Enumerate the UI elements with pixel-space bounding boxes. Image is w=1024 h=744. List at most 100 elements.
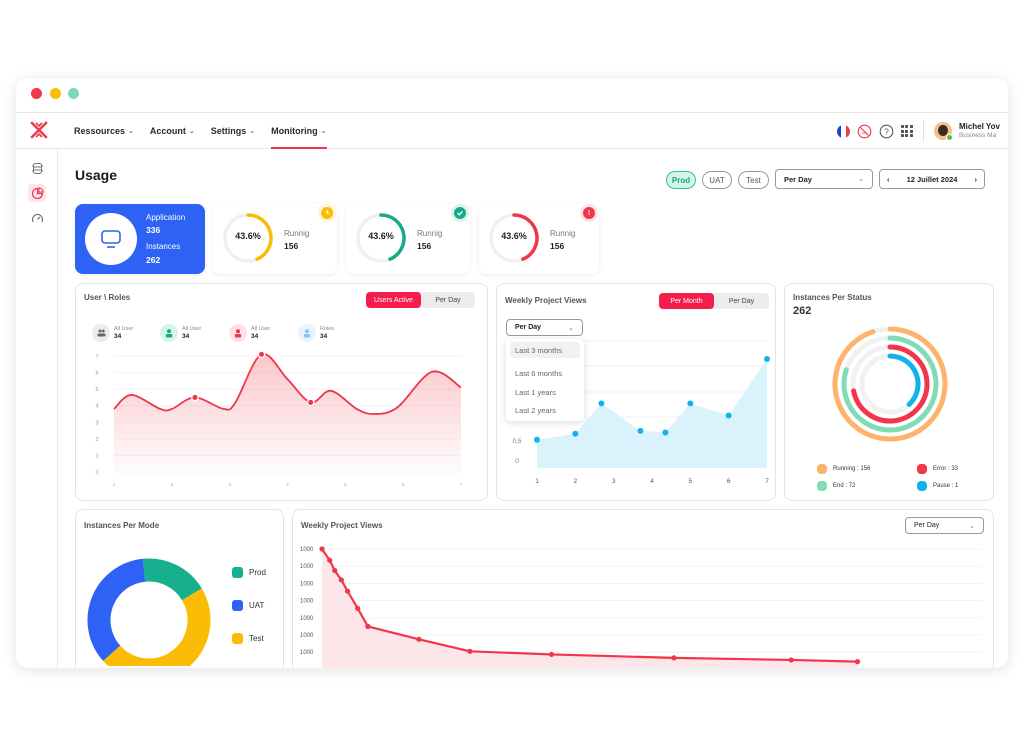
x-tick-label: 1: [113, 482, 116, 487]
stat-all-users-1: All User 34: [92, 324, 133, 342]
top-navigation: Ressources ⌄ Account ⌄ Settings ⌄ Monitorin…: [16, 113, 1008, 149]
date-navigator: ‹ 12 Juillet 2024 ›: [879, 169, 985, 189]
x-tick-label: 6: [402, 482, 405, 487]
close-window-button[interactable]: [31, 88, 42, 99]
gauge: 43.6%: [487, 211, 541, 265]
weekly-trend-select[interactable]: Per Day ⌄: [905, 517, 984, 534]
previous-date-button[interactable]: ‹: [887, 175, 890, 184]
weekly-views-trend-chart: 1000 1000 1000 1000 1000 1000 1000: [300, 546, 983, 668]
y-tick-label: 2: [95, 437, 98, 443]
dropdown-option-last-2-years[interactable]: Last 2 years: [510, 402, 580, 418]
period-select[interactable]: Per Day ⌄: [775, 169, 873, 189]
x-tick-label: 3: [612, 478, 616, 485]
data-point: [662, 429, 669, 436]
legend-label: Prod: [249, 568, 266, 577]
x-logo-icon[interactable]: [30, 121, 48, 139]
toggle-per-day[interactable]: Per Day: [714, 293, 769, 309]
user-info[interactable]: Michel Yov Business Ma: [959, 122, 1000, 140]
instances-status-card: Instances Per Status 262 Running : 156 E…: [784, 283, 994, 501]
maximize-window-button[interactable]: [68, 88, 79, 99]
y-tick-label: 7: [95, 354, 98, 360]
legend-swatch: [817, 464, 827, 474]
menu-account[interactable]: Account ⌄: [150, 113, 195, 149]
data-point: [365, 623, 371, 629]
data-point: [854, 659, 861, 665]
data-point: [534, 436, 540, 443]
next-date-button[interactable]: ›: [975, 175, 978, 184]
y-tick-label: 1000: [300, 581, 314, 587]
data-point: [725, 412, 732, 419]
data-point: [257, 350, 266, 359]
legend-label: Error : 33: [933, 466, 959, 472]
y-tick-label: 1000: [300, 650, 314, 656]
y-tick-label: 5: [95, 387, 98, 393]
env-filter-uat[interactable]: UAT: [702, 171, 732, 189]
divider: [922, 120, 924, 142]
avatar[interactable]: [933, 122, 953, 141]
menu-settings[interactable]: Settings ⌄: [211, 113, 255, 149]
apps-grid-icon[interactable]: [900, 125, 913, 137]
toggle-per-day[interactable]: Per Day: [421, 292, 475, 308]
legend-prod: Prod: [232, 567, 266, 578]
data-point: [764, 356, 770, 362]
x-tick-label: 5: [689, 478, 693, 485]
legend-error: Error : 33: [917, 464, 958, 474]
stat-label: Roles: [320, 325, 335, 332]
env-filter-test[interactable]: Test: [738, 171, 769, 189]
no-smoking-icon[interactable]: [857, 124, 872, 139]
x-tick-label: 4: [650, 478, 654, 485]
legend-label: Running : 156: [833, 466, 871, 472]
dropdown-option-last-3-months[interactable]: Last 3 months: [510, 342, 580, 358]
x-tick-label: 2: [171, 482, 174, 487]
running-gauge-card-success[interactable]: 43.6% Runnig 156: [346, 204, 470, 274]
data-point: [671, 655, 677, 661]
running-gauge-card-error[interactable]: 43.6% Runnig 156 !: [479, 204, 599, 274]
weekly-views-toggle: Per Month Per Day: [659, 293, 769, 309]
data-point: [327, 557, 333, 563]
title-bar: [16, 78, 1008, 112]
chevron-down-icon: ⌄: [320, 128, 327, 135]
instances-mode-card: Instances Per Mode Prod UAT Test: [75, 509, 284, 668]
data-point: [467, 648, 473, 654]
card-title: Weekly Project Views: [505, 296, 587, 305]
user-roles-chart: 0 1 2 3 4 5 6 7 1 2 3 4 5 6 7: [95, 350, 463, 487]
weekly-range-dropdown: Last 3 months Last 6 months Last 1 years…: [506, 339, 584, 421]
chevron-down-icon: ⌄: [568, 324, 574, 332]
env-filter-prod[interactable]: Prod: [666, 171, 696, 189]
menu-monitoring[interactable]: Monitoring ⌄: [271, 113, 327, 149]
dropdown-option-last-6-months[interactable]: Last 6 months: [510, 365, 580, 381]
toggle-users-active[interactable]: Users Active: [366, 292, 421, 308]
y-tick-label: 1000: [300, 547, 314, 553]
menu-ressources[interactable]: Ressources ⌄: [74, 113, 134, 149]
check-icon: [454, 207, 466, 219]
sidebar-item-performance[interactable]: [28, 209, 46, 227]
toggle-per-month[interactable]: Per Month: [659, 293, 714, 309]
gauge-percent: 43.6%: [368, 231, 394, 241]
dropdown-option-last-1-years[interactable]: Last 1 years: [510, 384, 580, 400]
french-flag-icon[interactable]: [836, 124, 850, 138]
sidebar-item-servers[interactable]: [28, 159, 46, 177]
gauge-label: Runnig: [550, 229, 576, 238]
user-roles-card: User \ Roles Users Active Per Day All Us…: [75, 283, 488, 501]
sidebar-item-usage[interactable]: [28, 184, 46, 202]
data-point: [306, 398, 315, 407]
running-gauge-card-pending[interactable]: 43.6% Runnig 156: [213, 204, 337, 274]
application-summary-card[interactable]: Application 336 Instances 262: [75, 204, 205, 274]
data-point: [548, 651, 555, 658]
online-status-indicator: [945, 134, 953, 141]
x-tick-label: 6: [727, 478, 731, 485]
card-title: Instances Per Mode: [84, 521, 160, 530]
legend-swatch: [917, 464, 927, 474]
weekly-range-select[interactable]: Per Day ⌄: [506, 319, 583, 336]
data-point: [332, 567, 338, 574]
data-point: [598, 400, 605, 407]
legend-swatch: [232, 633, 243, 644]
legend-label: Pause : 1: [933, 483, 959, 489]
legend-test: Test: [232, 633, 264, 644]
stat-all-users-2: All User 34: [160, 324, 201, 342]
help-icon[interactable]: ?: [879, 124, 894, 139]
stat-label: All User: [182, 325, 202, 332]
legend-uat: UAT: [232, 600, 264, 611]
chevron-down-icon: ⌄: [249, 128, 256, 135]
minimize-window-button[interactable]: [50, 88, 61, 99]
